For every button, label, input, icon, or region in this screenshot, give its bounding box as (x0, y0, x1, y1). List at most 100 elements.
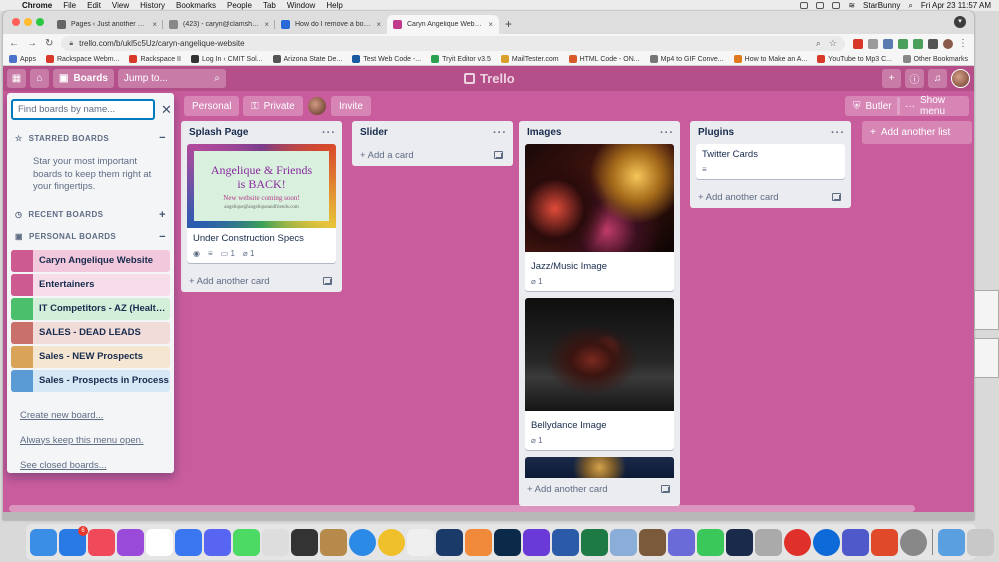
menu-window[interactable]: Window (287, 1, 315, 10)
add-card-button[interactable]: + Add a card (358, 144, 507, 166)
card-under-construction-specs[interactable]: Angelique & Friends is BACK! New website… (187, 144, 336, 263)
board-item-entertainers[interactable]: Entertainers (11, 273, 170, 296)
office-icon[interactable] (871, 528, 898, 556)
list-menu-icon[interactable]: ··· (660, 127, 674, 139)
record-icon[interactable] (784, 528, 811, 556)
slack-icon[interactable] (146, 528, 173, 556)
bbedit-icon[interactable] (262, 528, 289, 556)
zoom-search-icon[interactable]: ⌕ (816, 38, 821, 49)
boards-button[interactable]: ▣ Boards (53, 69, 114, 88)
butler-button[interactable]: ⛨ Butler (845, 96, 900, 116)
extension-icon[interactable] (898, 38, 908, 49)
bookmark-item[interactable]: MailTester.com (500, 55, 559, 63)
apps-switcher-button[interactable]: ▦ (7, 69, 26, 88)
reload-icon[interactable]: ↻ (45, 38, 53, 49)
forward-arrow-icon[interactable]: → (27, 38, 37, 49)
card-template-icon[interactable] (661, 485, 670, 493)
board-item-sales-new-prospects[interactable]: Sales - NEW Prospects (11, 345, 170, 368)
signal-icon[interactable] (175, 528, 202, 556)
gimp-icon[interactable] (639, 528, 666, 556)
browser-tab[interactable]: (423) - caryn@clamshellcomm... × (163, 15, 275, 34)
app-store-icon[interactable]: 6 (59, 525, 88, 556)
close-tab-icon[interactable]: × (152, 20, 157, 29)
menu-app-name[interactable]: Chrome (22, 1, 52, 10)
puzzle-extensions-icon[interactable] (928, 38, 938, 49)
bookmark-item[interactable]: YouTube to Mp3 C... (817, 55, 892, 63)
package-icon[interactable] (320, 528, 347, 556)
card-template-icon[interactable] (494, 151, 503, 159)
status-icon[interactable] (800, 2, 809, 9)
profile-avatar[interactable] (943, 38, 953, 49)
podcasts-icon[interactable] (117, 528, 144, 556)
bookmark-item[interactable]: Rackspace Webm... (45, 55, 119, 63)
safari-icon[interactable] (349, 528, 376, 556)
card-twitter-cards[interactable]: Twitter Cards ≡ (696, 144, 845, 179)
address-bar[interactable]: 🔒︎ trello.com/b/ukl5c5Uz/caryn-angelique… (61, 36, 845, 51)
list-menu-icon[interactable]: ··· (831, 127, 845, 139)
board-item-sales-dead-leads[interactable]: SALES - DEAD LEADS (11, 321, 170, 344)
preview-icon[interactable] (610, 528, 637, 556)
extension-icon[interactable] (913, 38, 923, 49)
card-jazz-music-image[interactable]: Jazz/Music Image ⌀ 1 (525, 144, 674, 291)
kebab-menu-icon[interactable]: ⋮ (958, 38, 968, 49)
browser-tab[interactable]: How do I remove a board crea... × (275, 15, 387, 34)
quicktime-icon[interactable] (755, 528, 782, 556)
close-tab-icon[interactable]: × (488, 20, 493, 29)
collapse-icon[interactable]: − (159, 132, 170, 144)
bookmark-item[interactable]: How to Make an A... (733, 55, 807, 63)
horizontal-scrollbar[interactable] (9, 505, 915, 512)
back-arrow-icon[interactable]: ← (9, 38, 19, 49)
home-button[interactable]: ⌂ (30, 69, 49, 88)
expand-icon[interactable]: + (159, 209, 170, 221)
list-title[interactable]: Plugins (698, 127, 734, 138)
bookmark-item[interactable]: Rackspace II (129, 55, 181, 63)
add-card-button[interactable]: + Add another card (187, 270, 336, 292)
new-tab-button[interactable]: + (505, 17, 512, 31)
menu-edit[interactable]: Edit (87, 1, 101, 10)
show-menu-button[interactable]: ··· Show menu (897, 95, 969, 117)
find-boards-input[interactable] (11, 99, 155, 120)
chrome-icon[interactable] (378, 528, 405, 556)
list-title[interactable]: Slider (360, 127, 388, 138)
close-window-button[interactable] (12, 18, 20, 26)
info-button[interactable]: ⓘ (905, 69, 924, 88)
add-card-button[interactable]: + Add another card (696, 186, 845, 208)
discord-icon[interactable] (204, 528, 231, 556)
close-tab-icon[interactable]: × (376, 20, 381, 29)
keep-menu-open-link[interactable]: Always keep this menu open. (11, 435, 170, 446)
bookmark-item[interactable]: Log In ‹ CMIT Sol... (190, 55, 263, 63)
list-menu-icon[interactable]: ··· (493, 127, 507, 139)
bookmark-item[interactable]: HTML Code - ON... (568, 55, 640, 63)
card-template-icon[interactable] (323, 277, 332, 285)
board-item-sales-prospects-in-process[interactable]: Sales - Prospects in Process (11, 369, 170, 392)
trello-logo[interactable]: Trello (464, 71, 515, 86)
list-title[interactable]: Splash Page (189, 127, 248, 138)
see-closed-boards-link[interactable]: See closed boards... (11, 460, 170, 471)
imovie-icon[interactable] (523, 528, 550, 556)
extension-icon[interactable] (853, 38, 863, 49)
finder-icon[interactable] (30, 528, 57, 556)
zoom-window-button[interactable] (36, 18, 44, 26)
menu-help[interactable]: Help (326, 1, 342, 10)
messages-icon[interactable] (233, 528, 260, 556)
browser-tab-active[interactable]: Caryn Angelique Website | Trel... × (387, 15, 499, 34)
tab-search-icon[interactable]: ▾ (954, 16, 966, 28)
clock[interactable]: Fri Apr 23 11:57 AM (921, 1, 991, 10)
list-title[interactable]: Images (527, 127, 561, 138)
bookmark-apps[interactable]: Apps (9, 55, 36, 63)
steam-icon[interactable] (726, 528, 753, 556)
menu-file[interactable]: File (63, 1, 76, 10)
team-personal-button[interactable]: Personal (184, 96, 240, 116)
menu-history[interactable]: History (140, 1, 165, 10)
menu-bookmarks[interactable]: Bookmarks (176, 1, 216, 10)
action-icon[interactable] (668, 528, 695, 556)
excel-icon[interactable] (581, 528, 608, 556)
menu-user[interactable]: StarBunny (863, 1, 900, 10)
word-icon[interactable] (552, 528, 579, 556)
add-card-button[interactable]: + Add another card (525, 478, 674, 500)
jump-to-search[interactable]: Jump to... ⌕ (117, 69, 226, 88)
list-menu-icon[interactable]: ··· (322, 127, 336, 139)
photos-icon[interactable] (465, 528, 492, 556)
close-tab-icon[interactable]: × (264, 20, 269, 29)
bookmark-item[interactable]: Mp4 to GIF Conve... (649, 55, 724, 63)
